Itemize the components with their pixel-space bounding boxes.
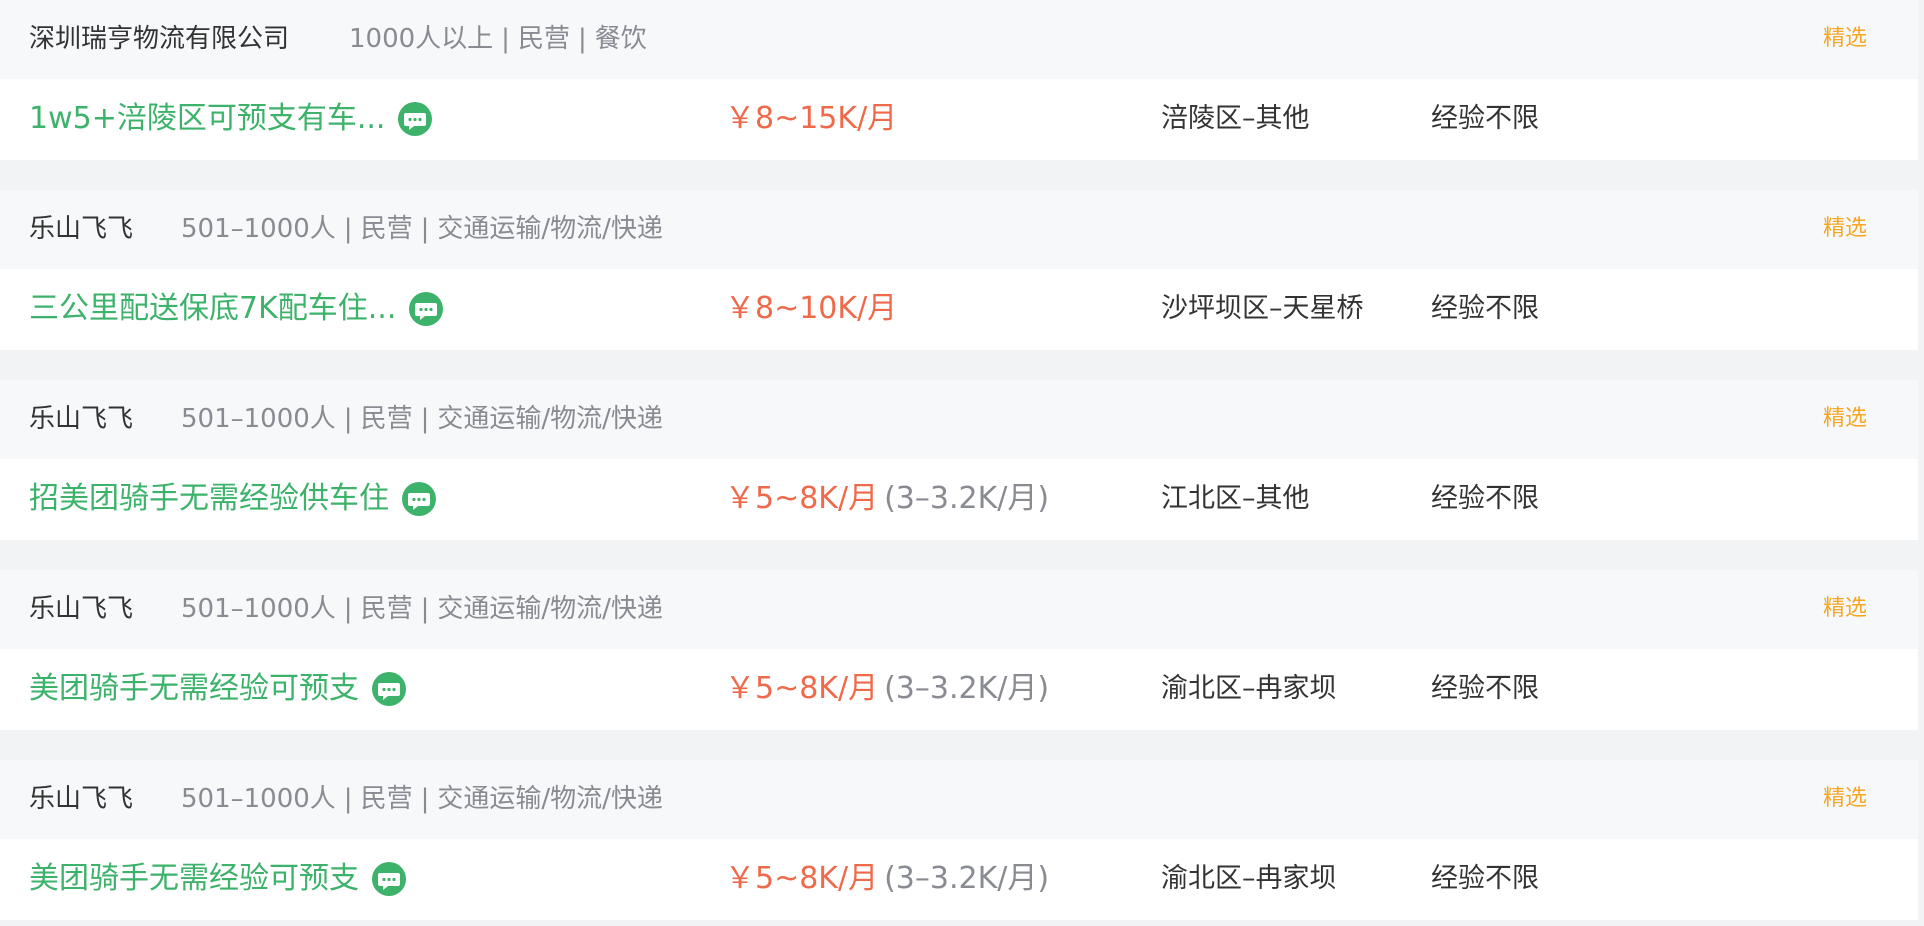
company-meta: 501–1000人 | 民营 | 交通运输/物流/快递 (181, 594, 663, 624)
company-name[interactable]: 乐山飞飞 (29, 782, 133, 816)
company-meta: 501–1000人 | 民营 | 交通运输/物流/快递 (181, 214, 663, 244)
card-divider (0, 540, 1924, 570)
salary-sub: (3–3.2K/月) (884, 671, 1050, 706)
salary: ￥8~15K/月 (725, 101, 898, 136)
salary-group: ￥8~15K/月 (725, 99, 903, 139)
salary-group: ￥5~8K/月 (3–3.2K/月) (725, 669, 1049, 709)
job-row[interactable]: 招美团骑手无需经验供车住 ￥5~8K/月 (3–3.2K/月) 江北区–其他 经验… (0, 459, 1924, 540)
company-ownership: 民营 (360, 214, 413, 244)
company-bar: 乐山飞飞 501–1000人 | 民营 | 交通运输/物流/快递 精选 (0, 190, 1924, 269)
job-experience: 经验不限 (1431, 483, 1539, 514)
job-row[interactable]: 1w5+涪陵区可预支有车... ￥8~15K/月 涪陵区–其他 经验不限 (0, 79, 1924, 160)
job-location: 沙坪坝区–天星桥 (1161, 293, 1364, 324)
card-divider (0, 730, 1924, 760)
card-divider (0, 350, 1924, 380)
company-size: 501–1000人 (181, 404, 336, 434)
company-industry: 交通运输/物流/快递 (437, 214, 663, 244)
salary-group: ￥8~10K/月 (725, 289, 903, 329)
salary: ￥5~8K/月 (725, 671, 879, 706)
job-title-group: 1w5+涪陵区可预支有车... (29, 99, 433, 139)
company-name[interactable]: 乐山飞飞 (29, 592, 133, 626)
company-ownership: 民营 (360, 404, 413, 434)
salary-group: ￥5~8K/月 (3–3.2K/月) (725, 859, 1049, 899)
company-industry: 交通运输/物流/快递 (437, 784, 663, 814)
job-title-group: 美团骑手无需经验可预支 (29, 859, 407, 899)
company-size: 501–1000人 (181, 784, 336, 814)
job-title-group: 三公里配送保底7K配车住... (29, 289, 444, 329)
chat-bubble-icon[interactable] (408, 291, 444, 327)
chat-bubble-icon[interactable] (401, 481, 437, 517)
chat-bubble-icon[interactable] (371, 671, 407, 707)
job-card[interactable]: 乐山飞飞 501–1000人 | 民营 | 交通运输/物流/快递 精选 美团骑手无需经验… (0, 760, 1924, 920)
job-location: 涪陵区–其他 (1161, 103, 1310, 134)
job-title-group: 美团骑手无需经验可预支 (29, 669, 407, 709)
company-meta: 501–1000人 | 民营 | 交通运输/物流/快递 (181, 404, 663, 434)
salary-sub: (3–3.2K/月) (884, 861, 1050, 896)
company-meta: 1000人以上 | 民营 | 餐饮 (349, 24, 647, 54)
salary-group: ￥5~8K/月 (3–3.2K/月) (725, 479, 1049, 519)
company-name[interactable]: 深圳瑞亨物流有限公司 (29, 22, 289, 56)
company-meta: 501–1000人 | 民营 | 交通运输/物流/快递 (181, 784, 663, 814)
company-size: 1000人以上 (349, 24, 494, 54)
job-title-group: 招美团骑手无需经验供车住 (29, 479, 437, 519)
job-experience: 经验不限 (1431, 103, 1539, 134)
company-size: 501–1000人 (181, 214, 336, 244)
scrollbar[interactable] (1918, 0, 1924, 926)
job-location: 渝北区–冉家坝 (1161, 673, 1337, 704)
job-list-page: 深圳瑞亨物流有限公司 1000人以上 | 民营 | 餐饮 精选 1w5+涪陵区可预支有车… (0, 0, 1924, 926)
job-row[interactable]: 美团骑手无需经验可预支 ￥5~8K/月 (3–3.2K/月) 渝北区–冉家坝 经验… (0, 649, 1924, 730)
company-name[interactable]: 乐山飞飞 (29, 402, 133, 436)
card-divider (0, 920, 1924, 926)
job-card[interactable]: 深圳瑞亨物流有限公司 1000人以上 | 民营 | 餐饮 精选 1w5+涪陵区可预支有车… (0, 0, 1924, 160)
company-bar: 深圳瑞亨物流有限公司 1000人以上 | 民营 | 餐饮 精选 (0, 0, 1924, 79)
card-divider (0, 160, 1924, 190)
company-industry: 交通运输/物流/快递 (437, 404, 663, 434)
salary-sub: (3–3.2K/月) (884, 481, 1050, 516)
job-experience: 经验不限 (1431, 863, 1539, 894)
salary: ￥5~8K/月 (725, 861, 879, 896)
featured-tag: 精选 (1822, 26, 1867, 51)
featured-tag: 精选 (1822, 216, 1867, 241)
featured-tag: 精选 (1822, 786, 1867, 811)
company-size: 501–1000人 (181, 594, 336, 624)
job-row[interactable]: 美团骑手无需经验可预支 ￥5~8K/月 (3–3.2K/月) 渝北区–冉家坝 经验… (0, 839, 1924, 920)
company-name[interactable]: 乐山飞飞 (29, 212, 133, 246)
company-bar: 乐山飞飞 501–1000人 | 民营 | 交通运输/物流/快递 精选 (0, 380, 1924, 459)
salary: ￥8~10K/月 (725, 291, 898, 326)
job-card[interactable]: 乐山飞飞 501–1000人 | 民营 | 交通运输/物流/快递 精选 招美团骑手无需经… (0, 380, 1924, 540)
company-bar: 乐山飞飞 501–1000人 | 民营 | 交通运输/物流/快递 精选 (0, 570, 1924, 649)
job-title[interactable]: 三公里配送保底7K配车住... (29, 289, 396, 329)
salary: ￥5~8K/月 (725, 481, 879, 516)
featured-tag: 精选 (1822, 596, 1867, 621)
company-ownership: 民营 (360, 594, 413, 624)
chat-bubble-icon[interactable] (397, 101, 433, 137)
company-industry: 交通运输/物流/快递 (437, 594, 663, 624)
job-card[interactable]: 乐山飞飞 501–1000人 | 民营 | 交通运输/物流/快递 精选 美团骑手无需经验… (0, 570, 1924, 730)
job-experience: 经验不限 (1431, 673, 1539, 704)
job-card[interactable]: 乐山飞飞 501–1000人 | 民营 | 交通运输/物流/快递 精选 三公里配送保底7… (0, 190, 1924, 350)
chat-bubble-icon[interactable] (371, 861, 407, 897)
company-ownership: 民营 (517, 24, 570, 54)
company-industry: 餐饮 (594, 24, 647, 54)
job-title[interactable]: 1w5+涪陵区可预支有车... (29, 99, 385, 139)
job-experience: 经验不限 (1431, 293, 1539, 324)
featured-tag: 精选 (1822, 406, 1867, 431)
job-title[interactable]: 招美团骑手无需经验供车住 (29, 479, 389, 519)
job-location: 渝北区–冉家坝 (1161, 863, 1337, 894)
job-location: 江北区–其他 (1161, 483, 1310, 514)
job-title[interactable]: 美团骑手无需经验可预支 (29, 669, 359, 709)
company-bar: 乐山飞飞 501–1000人 | 民营 | 交通运输/物流/快递 精选 (0, 760, 1924, 839)
job-row[interactable]: 三公里配送保底7K配车住... ￥8~10K/月 沙坪坝区–天星桥 经验不限 (0, 269, 1924, 350)
company-ownership: 民营 (360, 784, 413, 814)
job-title[interactable]: 美团骑手无需经验可预支 (29, 859, 359, 899)
